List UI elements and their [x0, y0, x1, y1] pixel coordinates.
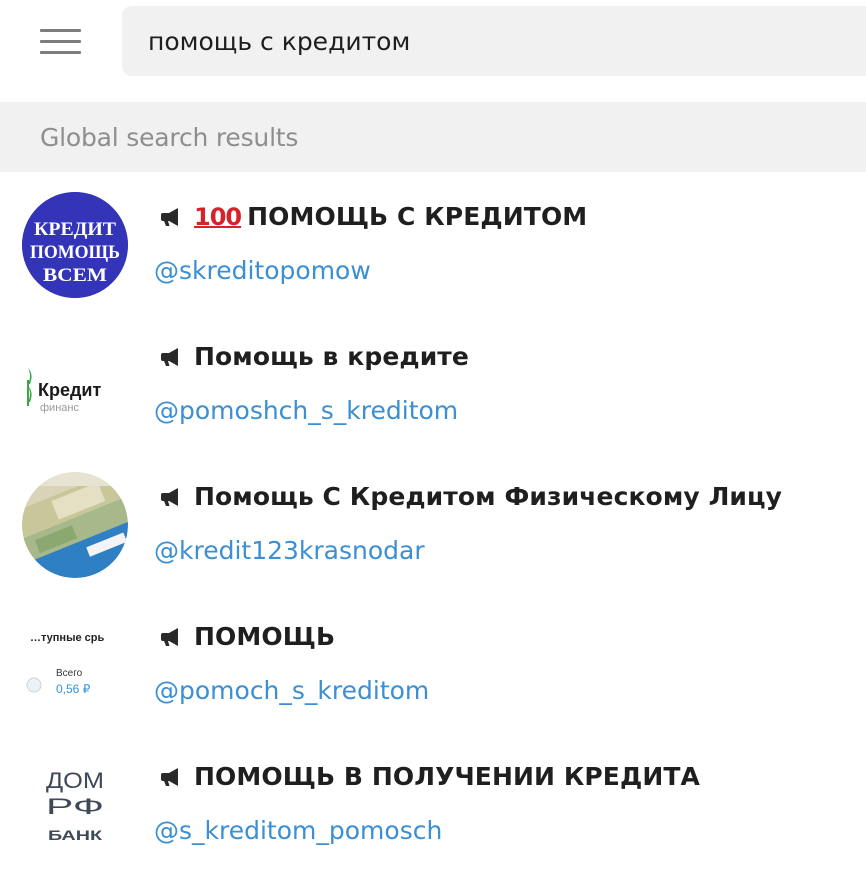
megaphone-icon — [161, 347, 178, 366]
result-handle[interactable]: @skreditopomow — [154, 256, 371, 285]
channel-avatar: ДОМ РФ БАНК — [22, 752, 128, 858]
avatar-value: 0,56 ₽ — [56, 682, 91, 696]
result-handle[interactable]: @kredit123krasnodar — [154, 536, 425, 565]
top-bar — [0, 0, 866, 95]
hundred-points-icon: 100 — [194, 202, 242, 231]
avatar-line-2: ПОМОЩЬ — [30, 242, 120, 263]
avatar-line-1: ДОМ — [46, 768, 104, 793]
avatar-line-3: ВСЕМ — [43, 265, 107, 286]
avatar-label: Всего — [56, 668, 83, 679]
result-title: ПОМОЩЬ — [194, 622, 336, 651]
search-input[interactable] — [148, 22, 848, 60]
avatar-word: Кредит — [38, 380, 101, 400]
avatar-line-3: БАНК — [48, 827, 103, 843]
banknotes-photo-avatar — [22, 472, 128, 578]
search-result-5[interactable]: ДОМ РФ БАНК ПОМОЩЬ В ПОЛУЧЕНИИ КРЕДИТА @… — [0, 740, 866, 880]
result-title-row: ПОМОЩЬ — [160, 622, 335, 651]
result-handle[interactable]: @pomoch_s_kreditom — [154, 676, 429, 705]
result-title-row: Помощь в кредите — [160, 342, 469, 371]
channel-avatar: Кредит финанс — [22, 332, 128, 438]
channel-avatar: …тупные срь Всего 0,56 ₽ — [22, 612, 128, 718]
search-box[interactable] — [122, 6, 866, 76]
section-header: Global search results — [0, 102, 866, 172]
channel-avatar: КРЕДИТ ПОМОЩЬ ВСЕМ — [22, 192, 128, 298]
search-result-2[interactable]: Кредит финанс Помощь в кредите @pomoshch… — [0, 320, 866, 460]
megaphone-icon — [161, 207, 178, 226]
megaphone-icon — [161, 767, 178, 786]
result-title-row: Помощь С Кредитом Физическому Лицу — [160, 482, 782, 511]
search-result-4[interactable]: …тупные срь Всего 0,56 ₽ ПОМОЩЬ @pomoch_… — [0, 600, 866, 740]
result-handle[interactable]: @pomoshch_s_kreditom — [154, 396, 458, 425]
megaphone-icon — [161, 627, 178, 646]
result-title: ПОМОЩЬ С КРЕДИТОМ — [247, 202, 588, 231]
avatar-top-text: …тупные срь — [30, 632, 104, 644]
section-title: Global search results — [40, 123, 299, 152]
result-title: Помощь в кредите — [194, 342, 469, 371]
result-handle[interactable]: @s_kreditom_pomosch — [154, 816, 442, 845]
search-result-3[interactable]: Помощь С Кредитом Физическому Лицу @kred… — [0, 460, 866, 600]
megaphone-icon — [161, 487, 178, 506]
avatar-sub: финанс — [40, 402, 79, 414]
result-title: ПОМОЩЬ В ПОЛУЧЕНИИ КРЕДИТА — [194, 762, 700, 791]
result-title-row: 100 ПОМОЩЬ С КРЕДИТОМ — [160, 202, 587, 231]
avatar-line-2: РФ — [46, 794, 104, 819]
avatar-line-1: КРЕДИТ — [34, 219, 116, 240]
hamburger-menu-icon[interactable] — [40, 27, 82, 57]
result-title: Помощь С Кредитом Физическому Лицу — [194, 482, 783, 511]
result-title-row: ПОМОЩЬ В ПОЛУЧЕНИИ КРЕДИТА — [160, 762, 700, 791]
search-result-1[interactable]: КРЕДИТ ПОМОЩЬ ВСЕМ 100 ПОМОЩЬ С КРЕДИТОМ… — [0, 180, 866, 320]
